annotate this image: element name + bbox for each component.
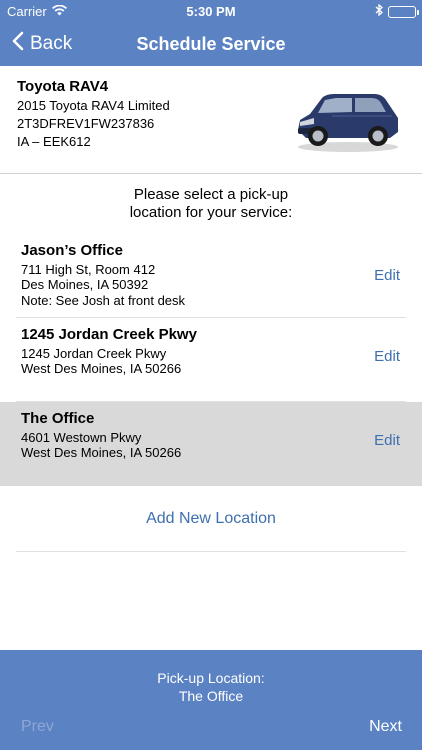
location-name: The Office — [21, 410, 95, 427]
page-title: Schedule Service — [136, 34, 286, 54]
prev-button: Prev — [21, 718, 54, 735]
prompt-line-1: Please select a pick-up — [133, 186, 289, 203]
location-address-line-1: 1245 Jordan Creek Pkwy — [21, 346, 167, 361]
vehicle-name: Toyota RAV4 — [17, 78, 109, 95]
location-note: Note: See Josh at front desk — [21, 293, 186, 308]
add-new-location-button[interactable]: Add New Location — [16, 488, 406, 552]
location-name: Jason’s Office — [21, 242, 123, 259]
location-row-the-office[interactable]: The Office 4601 Westown Pkwy West Des Mo… — [0, 402, 422, 486]
status-time: 5:30 PM — [186, 4, 236, 19]
edit-location-button[interactable]: Edit — [374, 432, 400, 449]
status-bar: Carrier 5:30 PM — [0, 0, 422, 22]
footer-bar: Pick-up Location: The Office Prev Next — [0, 650, 422, 750]
location-address-line-1: 711 High St, Room 412 — [21, 262, 156, 277]
location-row-jordan-creek[interactable]: 1245 Jordan Creek Pkwy 1245 Jordan Creek… — [0, 318, 422, 402]
edit-location-button[interactable]: Edit — [374, 267, 400, 284]
battery-icon — [388, 5, 419, 18]
location-name: 1245 Jordan Creek Pkwy — [21, 326, 197, 343]
header: Carrier 5:30 PM Back Schedule Service — [0, 0, 422, 66]
location-address-line-2: Des Moines, IA 50392 — [21, 277, 149, 292]
pickup-prompt: Please select a pick-up location for you… — [0, 186, 422, 222]
vehicle-vin: 2T3DFREV1FW237836 — [17, 116, 155, 131]
location-address-line-2: West Des Moines, IA 50266 — [21, 361, 182, 376]
vehicle-model: 2015 Toyota RAV4 Limited — [17, 98, 170, 113]
navigation-bar: Back Schedule Service — [0, 22, 422, 66]
battery-cap — [417, 9, 419, 15]
car-image — [292, 84, 404, 154]
vehicle-plate: IA – EEK612 — [17, 134, 91, 149]
vehicle-summary: Toyota RAV4 2015 Toyota RAV4 Limited 2T3… — [0, 66, 422, 174]
edit-location-button[interactable]: Edit — [374, 348, 400, 365]
pickup-location-label: Pick-up Location: — [157, 670, 265, 686]
location-row-jasons-office[interactable]: Jason’s Office 711 High St, Room 412 Des… — [0, 234, 422, 318]
location-address-line-1: 4601 Westown Pkwy — [21, 430, 142, 445]
prompt-line-2: location for your service: — [129, 204, 293, 221]
pickup-location-value: The Office — [178, 688, 244, 704]
location-address-line-2: West Des Moines, IA 50266 — [21, 445, 182, 460]
status-right — [375, 3, 419, 19]
bluetooth-icon — [375, 3, 383, 19]
next-button[interactable]: Next — [369, 718, 402, 736]
